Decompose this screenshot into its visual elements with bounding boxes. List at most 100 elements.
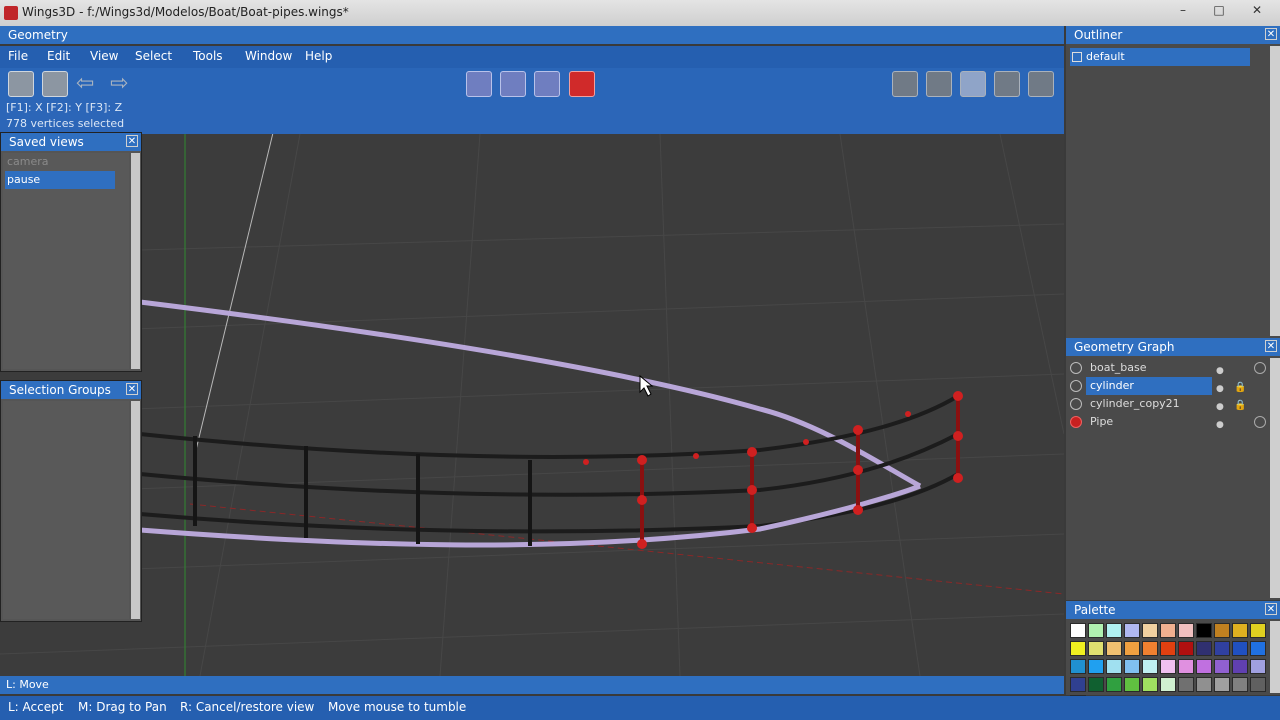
palette-swatch[interactable] <box>1214 659 1230 674</box>
menu-tools[interactable]: Tools <box>193 49 223 63</box>
palette-swatch[interactable] <box>1124 677 1140 692</box>
close-geometry-graph-button[interactable]: ✕ <box>1265 340 1277 352</box>
object-name: boat_base <box>1090 361 1147 374</box>
wireframe-toggle-icon[interactable] <box>1254 416 1266 428</box>
saved-views-list: camera pause <box>3 153 129 369</box>
geometry-graph-scrollbar[interactable] <box>1270 358 1280 598</box>
palette-swatch[interactable] <box>1178 641 1194 656</box>
palette-swatch[interactable] <box>1088 623 1104 638</box>
palette-swatch[interactable] <box>1088 677 1104 692</box>
palette-swatch[interactable] <box>1124 623 1140 638</box>
palette-swatch[interactable] <box>1070 659 1086 674</box>
menu-window[interactable]: Window <box>245 49 292 63</box>
palette-swatch[interactable] <box>1160 659 1176 674</box>
palette-swatch[interactable] <box>1232 659 1248 674</box>
palette-swatch[interactable] <box>1124 659 1140 674</box>
palette-swatch[interactable] <box>1214 677 1230 692</box>
saved-view-camera[interactable]: camera <box>5 153 115 171</box>
palette-swatch[interactable] <box>1232 677 1248 692</box>
vertex-mode-icon[interactable] <box>466 71 492 97</box>
outliner-panel: Outliner ✕ default <box>1066 26 1280 338</box>
palette-swatch[interactable] <box>1250 641 1266 656</box>
grid-view-icon[interactable] <box>892 71 918 97</box>
edge-mode-icon[interactable] <box>500 71 526 97</box>
wireframe-toggle-icon[interactable] <box>1254 362 1266 374</box>
outliner-header: Outliner ✕ <box>1066 26 1280 44</box>
palette-swatch[interactable] <box>1106 677 1122 692</box>
palette-swatch[interactable] <box>1178 659 1194 674</box>
palette-swatch[interactable] <box>1070 623 1086 638</box>
eye-icon[interactable]: ● <box>1216 416 1224 434</box>
palette-swatch[interactable] <box>1124 641 1140 656</box>
palette-swatch[interactable] <box>1142 659 1158 674</box>
menu-edit[interactable]: Edit <box>47 49 70 63</box>
palette-swatch[interactable] <box>1142 677 1158 692</box>
palette-swatch[interactable] <box>1250 677 1266 692</box>
close-outliner-button[interactable]: ✕ <box>1265 28 1277 40</box>
palette-swatch[interactable] <box>1106 659 1122 674</box>
palette-swatch[interactable] <box>1196 677 1212 692</box>
close-saved-views-button[interactable]: ✕ <box>126 135 138 147</box>
redo-arrow-icon[interactable]: ⇨ <box>110 72 128 96</box>
palette-swatch[interactable] <box>1250 623 1266 638</box>
palette-swatch[interactable] <box>1196 641 1212 656</box>
object-row-cylinder[interactable]: cylinder ● 🔒 <box>1070 377 1270 395</box>
palette-swatch[interactable] <box>1232 623 1248 638</box>
geometry-graph-title: Geometry Graph <box>1074 340 1175 354</box>
info-bar: [F1]: X [F2]: Y [F3]: Z 778 vertices sel… <box>0 100 1064 134</box>
palette-scrollbar[interactable] <box>1270 621 1280 693</box>
palette-swatch[interactable] <box>1088 641 1104 656</box>
geometry-title: Geometry <box>8 28 68 42</box>
close-palette-button[interactable]: ✕ <box>1265 603 1277 615</box>
menu-select[interactable]: Select <box>135 49 172 63</box>
menu-file[interactable]: File <box>8 49 28 63</box>
body-mode-icon[interactable] <box>569 71 595 97</box>
smooth-preview-icon[interactable] <box>926 71 952 97</box>
palette-swatch[interactable] <box>1250 659 1266 674</box>
palette-swatch[interactable] <box>1214 623 1230 638</box>
help-right-click: R: Cancel/restore view <box>180 700 315 714</box>
palette-swatch[interactable] <box>1160 677 1176 692</box>
close-selection-groups-button[interactable]: ✕ <box>126 383 138 395</box>
palette-swatch[interactable] <box>1070 641 1086 656</box>
palette-swatch[interactable] <box>1142 641 1158 656</box>
wings3d-app-icon <box>4 6 18 20</box>
shaded-view-icon[interactable] <box>960 71 986 97</box>
undo-arrow-icon[interactable]: ⇦ <box>76 72 94 96</box>
close-window-button[interactable]: ✕ <box>1244 2 1270 18</box>
object-row-boat-base[interactable]: boat_base ● <box>1070 359 1270 377</box>
palette-swatch[interactable] <box>1214 641 1230 656</box>
palette-swatch[interactable] <box>1106 641 1122 656</box>
outliner-scrollbar[interactable] <box>1270 46 1280 336</box>
wireframe-view-icon[interactable] <box>994 71 1020 97</box>
palette-swatch[interactable] <box>1142 623 1158 638</box>
palette-swatch[interactable] <box>1106 623 1122 638</box>
outliner-item-default[interactable]: default <box>1070 48 1250 66</box>
object-row-cylinder-copy21[interactable]: cylinder_copy21 ● 🔒 <box>1070 395 1270 413</box>
palette-swatch[interactable] <box>1178 623 1194 638</box>
palette-swatch[interactable] <box>1232 641 1248 656</box>
palette-swatch[interactable] <box>1070 677 1086 692</box>
menu-help[interactable]: Help <box>305 49 332 63</box>
open-file-icon[interactable] <box>8 71 34 97</box>
object-row-pipe[interactable]: Pipe ● <box>1070 413 1270 431</box>
palette-panel: Palette ✕ <box>1066 601 1280 710</box>
3d-viewport[interactable]: Saved views ✕ camera pause Selection Gro… <box>0 132 1064 676</box>
minimize-button[interactable]: – <box>1170 2 1196 18</box>
palette-swatch[interactable] <box>1160 623 1176 638</box>
saved-views-scrollbar[interactable] <box>131 153 140 369</box>
menu-view[interactable]: View <box>90 49 118 63</box>
scene-canvas[interactable] <box>0 134 1064 676</box>
saved-view-pause[interactable]: pause <box>5 171 115 189</box>
palette-swatch[interactable] <box>1160 641 1176 656</box>
palette-swatch[interactable] <box>1196 659 1212 674</box>
palette-swatch[interactable] <box>1178 677 1194 692</box>
object-name: cylinder <box>1086 377 1212 395</box>
maximize-button[interactable]: □ <box>1206 2 1232 18</box>
save-file-icon[interactable] <box>42 71 68 97</box>
axes-view-icon[interactable] <box>1028 71 1054 97</box>
selection-groups-scrollbar[interactable] <box>131 401 140 619</box>
face-mode-icon[interactable] <box>534 71 560 97</box>
palette-swatch[interactable] <box>1088 659 1104 674</box>
palette-swatch[interactable] <box>1196 623 1212 638</box>
